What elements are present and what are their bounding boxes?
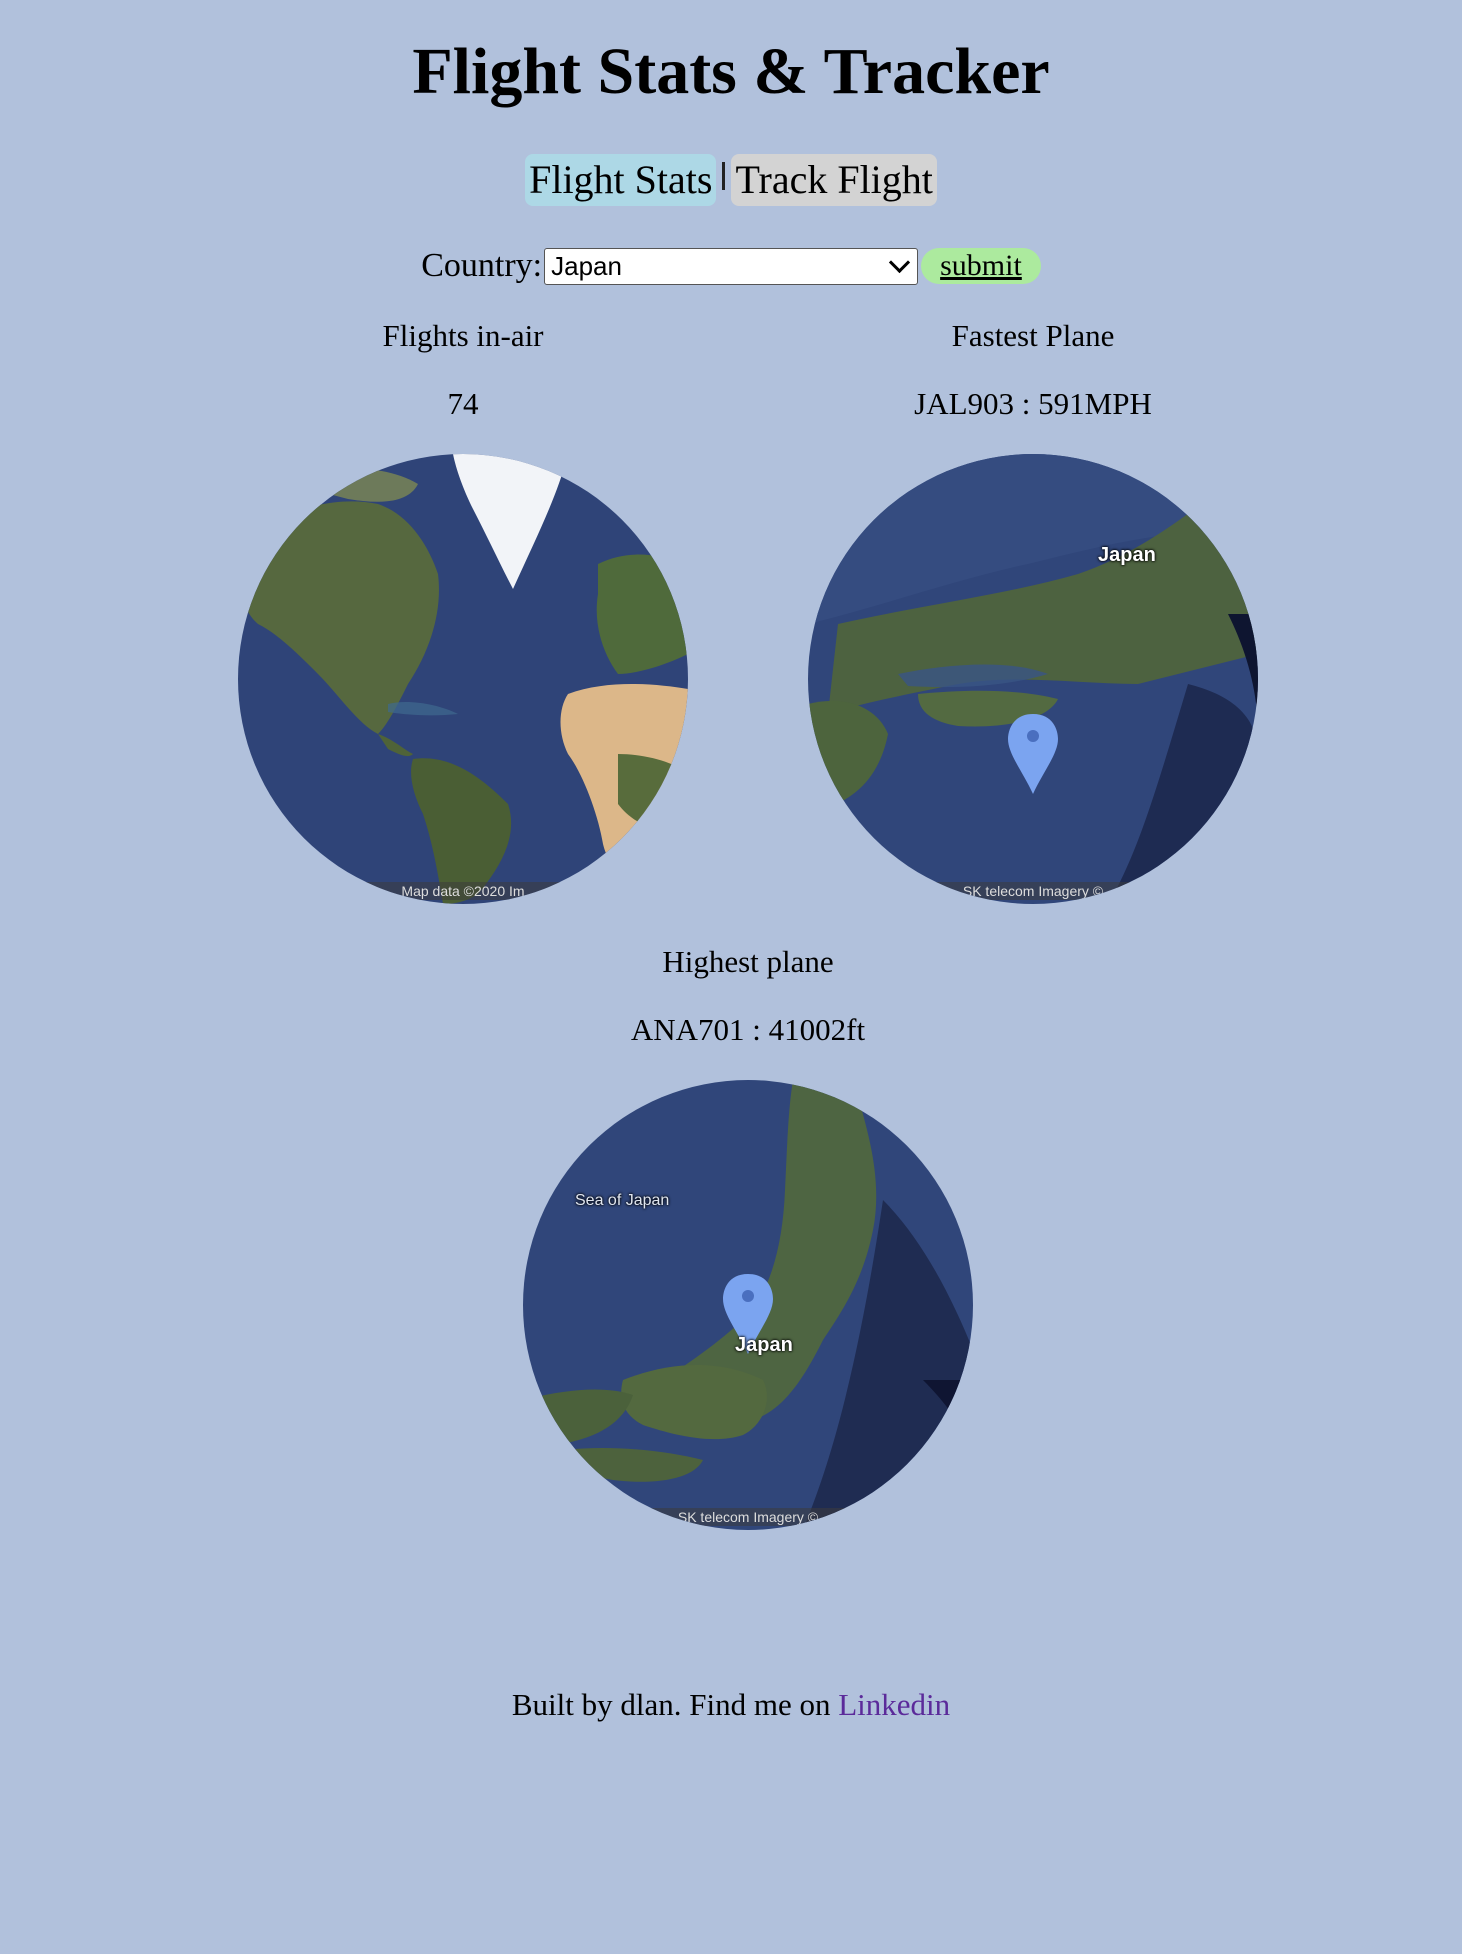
footer: Built by dlan. Find me on Linkedin xyxy=(0,1686,1462,1724)
country-select[interactable]: Japan xyxy=(544,247,919,285)
country-label: Country: xyxy=(421,247,543,284)
world-map-imagery xyxy=(238,454,688,904)
fastest-plane-map-imagery xyxy=(808,454,1258,904)
stat-flights-in-air: Flights in-air 74 xyxy=(238,318,688,422)
stat-value: 74 xyxy=(447,386,479,421)
chevron-down-icon xyxy=(889,251,911,273)
tab-track-flight[interactable]: Track Flight xyxy=(731,154,937,206)
tab-divider xyxy=(722,162,726,190)
country-filter: Country: Japan submit xyxy=(0,246,1462,286)
stat-highest-plane: Highest plane ANA701 : 41002ft xyxy=(523,944,973,1048)
country-select-value: Japan xyxy=(551,250,622,281)
tab-flight-stats[interactable]: Flight Stats xyxy=(525,154,717,206)
stat-label: Fastest Plane xyxy=(951,318,1115,353)
highest-plane-map-imagery xyxy=(523,1080,973,1530)
map-attribution: Map data ©2020 Im xyxy=(238,882,688,900)
stat-fastest-plane: Fastest Plane JAL903 : 591MPH xyxy=(808,318,1258,422)
highest-plane-map[interactable]: Sea of Japan Japan SK telecom Imagery © xyxy=(523,1080,973,1530)
stat-value: JAL903 : 591MPH xyxy=(914,386,1152,421)
page-title: Flight Stats & Tracker xyxy=(412,35,1050,108)
map-attribution: SK telecom Imagery © xyxy=(523,1508,973,1526)
stat-label: Highest plane xyxy=(662,944,834,979)
linkedin-link[interactable]: Linkedin xyxy=(838,1687,950,1722)
map-place-label: Japan xyxy=(1098,544,1156,566)
footer-text: Built by dlan. Find me on xyxy=(511,1687,839,1722)
tab-bar: Flight Stats Track Flight xyxy=(0,154,1462,206)
stat-label: Flights in-air xyxy=(382,318,544,353)
map-attribution: SK telecom Imagery © xyxy=(808,882,1258,900)
world-map[interactable]: Map data ©2020 Im xyxy=(238,454,688,904)
submit-button[interactable]: submit xyxy=(921,248,1041,284)
map-sea-label: Sea of Japan xyxy=(575,1192,670,1209)
stat-value: ANA701 : 41002ft xyxy=(630,1012,866,1047)
map-place-label: Japan xyxy=(735,1334,793,1356)
fastest-plane-map[interactable]: Japan SK telecom Imagery © xyxy=(808,454,1258,904)
